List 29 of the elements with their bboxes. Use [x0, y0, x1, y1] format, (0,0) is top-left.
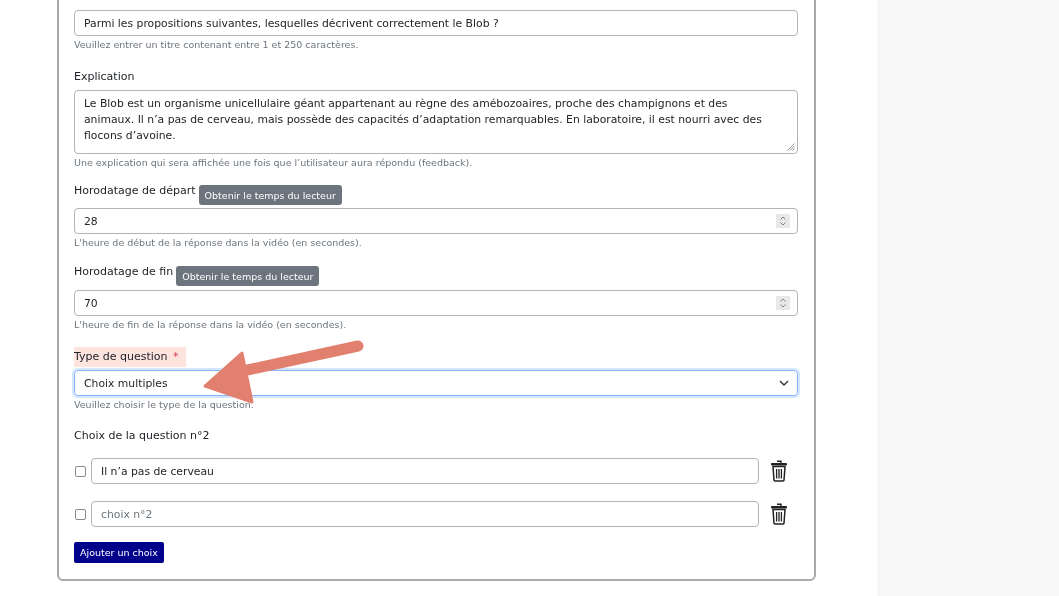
trash-icon[interactable] — [770, 460, 788, 482]
explanation-textarea[interactable]: Le Blob est un organisme unicellulaire géant appartenant au règne des amébozoaires, proche des champignons et des animaux. Il n’a pas de cerveau, mais possède des capacités d’adaptation remarquables. En laboratoire, il est nourri avec des flocons d’avoine. — [74, 90, 798, 154]
question-type-select[interactable]: Choix multiples — [74, 370, 798, 396]
choice-input[interactable]: choix n°2 — [91, 501, 759, 527]
trash-icon[interactable] — [770, 503, 788, 525]
help-text: Une explication qui sera affichée une fois que l’utilisateur aura répondu (feedback). — [74, 157, 473, 169]
choice-input[interactable]: Il n’a pas de cerveau — [91, 458, 759, 484]
caret-icon — [779, 380, 789, 386]
choice-checkbox[interactable] — [75, 465, 86, 477]
help-text: L'heure de début de la réponse dans la vidéo (en secondes). — [74, 237, 362, 249]
field-label: Horodatage de départ — [74, 185, 196, 197]
field-label: Horodatage de fin — [74, 266, 174, 278]
spinner-icon[interactable] — [776, 296, 790, 310]
resize-grip-icon[interactable] — [787, 143, 795, 151]
choice-checkbox[interactable] — [75, 508, 86, 520]
help-text: Veuillez entrer un titre contenant entre 1 et 250 caractères. — [74, 39, 359, 51]
title-input[interactable]: Parmi les propositions suivantes, lesquelles décrivent correctement le Blob ? — [74, 10, 798, 36]
number-input[interactable]: 70 — [74, 290, 798, 316]
field-label: Explication — [74, 71, 135, 83]
number-input[interactable]: 28 — [74, 208, 798, 234]
label-text: Type de question — [74, 350, 168, 363]
get-time-button[interactable]: Obtenir le temps du lecteur — [198, 185, 342, 205]
add-choice-button[interactable]: Ajouter un choix — [74, 542, 164, 563]
spinner-icon[interactable] — [776, 214, 790, 228]
help-text: L'heure de fin de la réponse dans la vidéo (en secondes). — [74, 319, 347, 331]
choices-heading: Choix de la question n°2 — [74, 430, 210, 442]
required-mark: * — [173, 350, 179, 363]
get-time-button[interactable]: Obtenir le temps du lecteur — [176, 266, 320, 286]
help-text: Veuillez choisir le type de la question. — [74, 399, 254, 411]
